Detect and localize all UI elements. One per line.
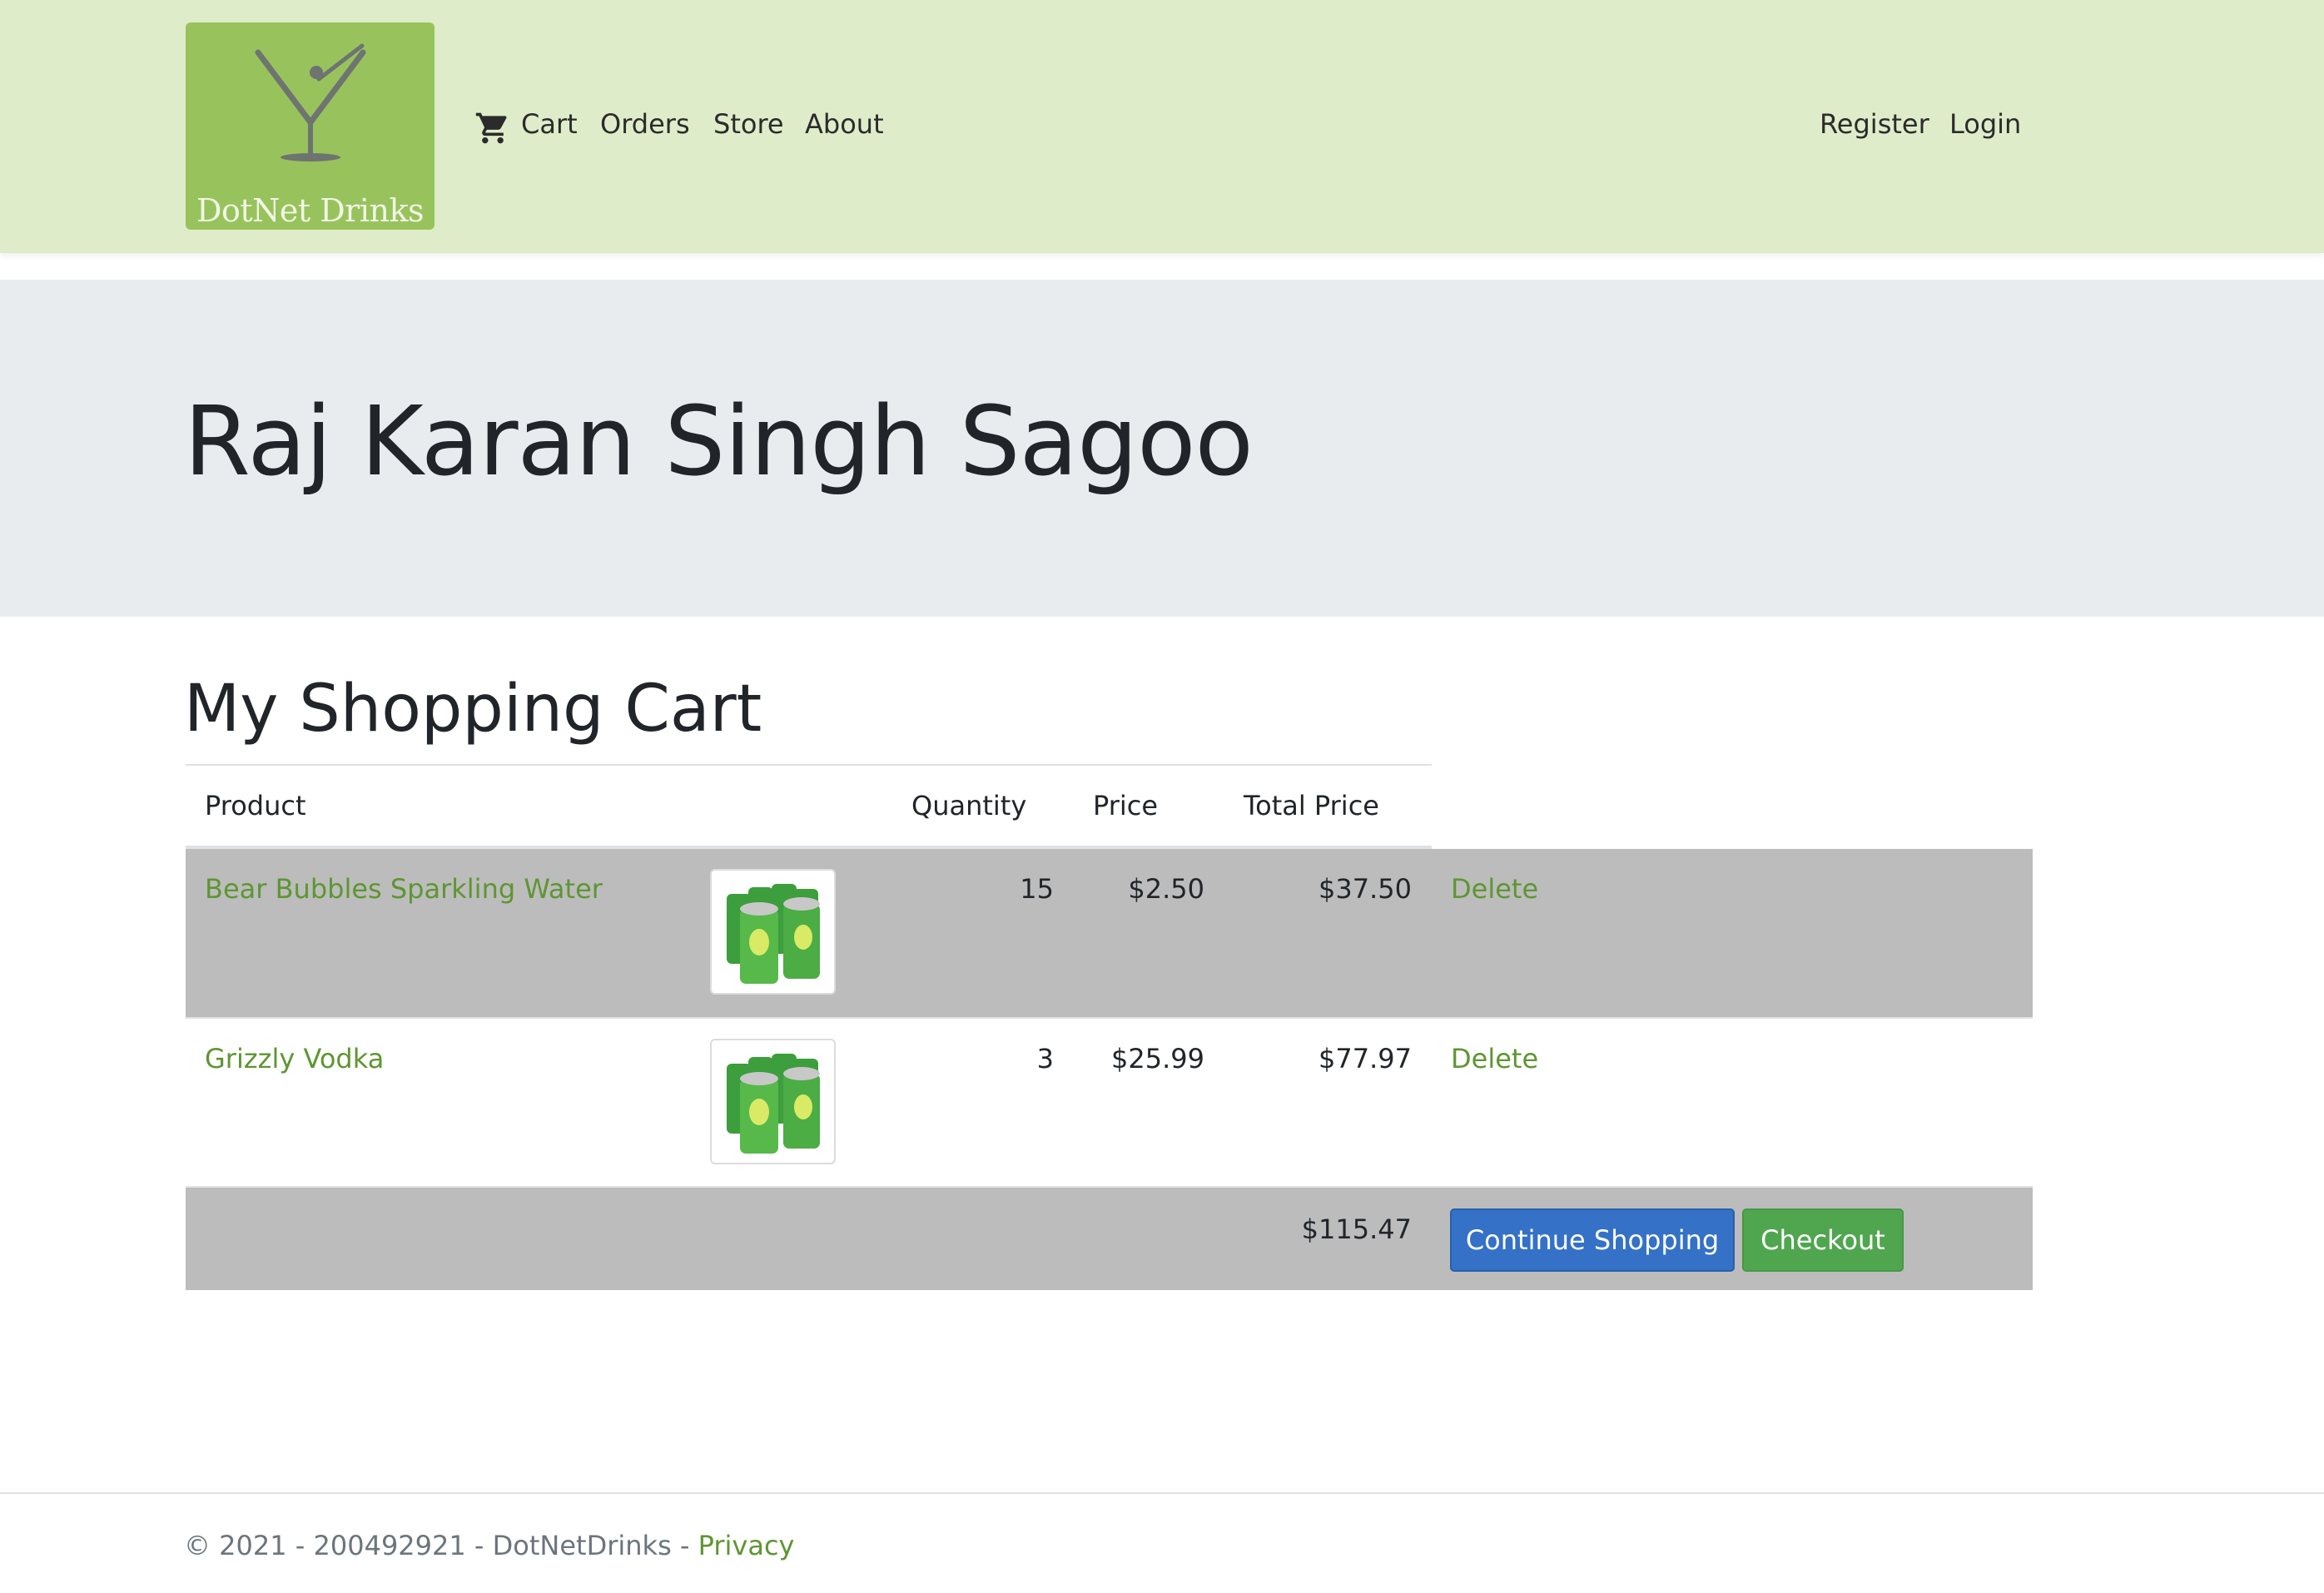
- total-price-value: $37.50: [1318, 873, 1412, 905]
- navbar: DotNet Drinks Cart Orders Store About Re…: [0, 0, 2324, 253]
- quantity-value: 3: [1036, 1043, 1054, 1074]
- nav-cart-link[interactable]: Cart: [521, 106, 578, 142]
- page: DotNet Drinks Cart Orders Store About Re…: [0, 0, 2324, 1593]
- nav-login-link[interactable]: Login: [1949, 106, 2021, 142]
- nav-orders-link[interactable]: Orders: [600, 106, 690, 142]
- price-value: $25.99: [1111, 1043, 1204, 1074]
- footer: © 2021 - 200492921 - DotNetDrinks - Priv…: [184, 1527, 794, 1564]
- checkout-button[interactable]: Checkout: [1742, 1208, 1904, 1272]
- continue-shopping-button[interactable]: Continue Shopping: [1450, 1208, 1735, 1272]
- product-link[interactable]: Grizzly Vodka: [205, 1040, 384, 1077]
- brand-name: DotNet Drinks: [196, 192, 425, 229]
- jumbotron: Raj Karan Singh Sagoo: [0, 280, 2324, 617]
- soda-cans-icon: [727, 884, 820, 984]
- nav-register-link[interactable]: Register: [1820, 106, 1929, 142]
- total-price-value: $77.97: [1318, 1043, 1412, 1074]
- footer-divider: [0, 1492, 2324, 1494]
- delete-link[interactable]: Delete: [1451, 1040, 1538, 1077]
- nav-about-link[interactable]: About: [805, 106, 884, 142]
- product-image: [710, 869, 836, 995]
- nav-store-link[interactable]: Store: [713, 106, 784, 142]
- brand-logo[interactable]: DotNet Drinks: [186, 22, 435, 230]
- column-header-price: Price: [1093, 790, 1159, 821]
- privacy-link[interactable]: Privacy: [698, 1530, 795, 1561]
- price-value: $2.50: [1128, 873, 1204, 905]
- product-image: [710, 1039, 836, 1164]
- page-title: Raj Karan Singh Sagoo: [184, 386, 1254, 498]
- footer-text: © 2021 - 200492921 - DotNetDrinks -: [184, 1530, 698, 1561]
- grand-total-value: $115.47: [1301, 1213, 1412, 1245]
- column-header-quantity: Quantity: [911, 790, 1027, 821]
- soda-cans-icon: [727, 1054, 820, 1154]
- product-link[interactable]: Bear Bubbles Sparkling Water: [205, 871, 603, 907]
- cart-heading: My Shopping Cart: [184, 672, 762, 747]
- column-header-total-price: Total Price: [1244, 790, 1379, 821]
- column-header-product: Product: [205, 790, 306, 821]
- quantity-value: 15: [1020, 873, 1054, 905]
- delete-link[interactable]: Delete: [1451, 871, 1538, 907]
- cart-icon[interactable]: [474, 110, 511, 146]
- divider: [186, 764, 1432, 766]
